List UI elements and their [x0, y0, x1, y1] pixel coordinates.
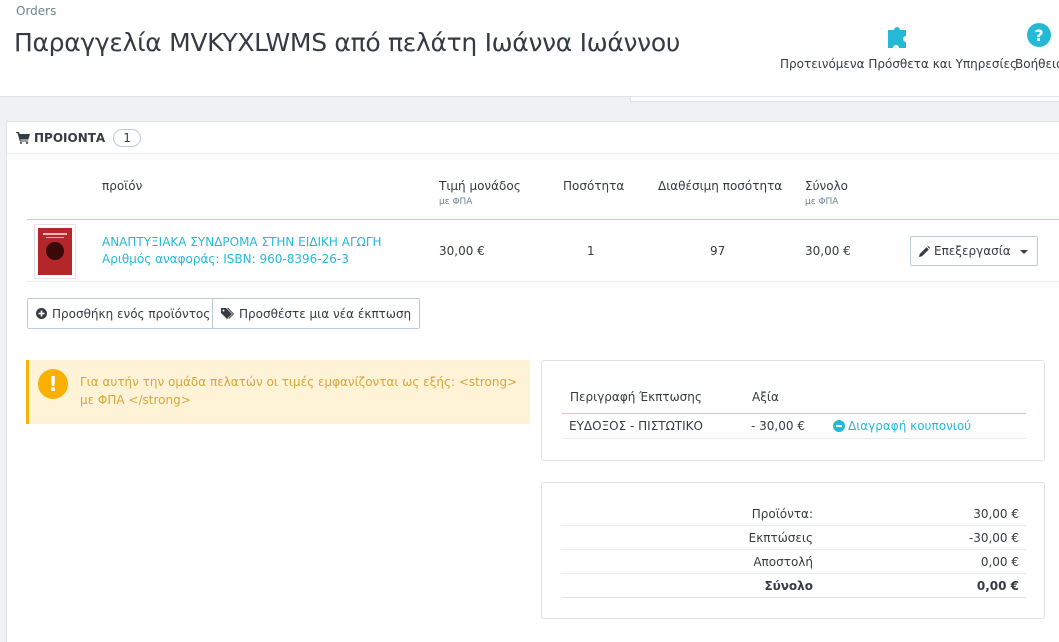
panel-title: ΠΡΟΙΟΝΤΑ	[34, 130, 106, 145]
products-panel: ΠΡΟΙΟΝΤΑ 1 προϊόν Τιμή μονάδος με ΦΠΑ Πο…	[6, 121, 1059, 642]
panel-heading: ΠΡΟΙΟΝΤΑ 1	[7, 122, 1059, 154]
col-product: προϊόν	[102, 179, 143, 193]
discounts-box: Περιγραφή Έκπτωσης Αξία ΕΥΔΟΞΟΣ - ΠΙΣΤΩΤ…	[541, 360, 1045, 461]
help-label: Βοήθεια	[1015, 57, 1059, 71]
page-title: Παραγγελία MVKYXLWMS από πελάτη Ιωάννα Ι…	[14, 28, 680, 57]
alert-message: Για αυτήν την ομάδα πελατών οι τιμές εμφ…	[80, 375, 518, 407]
page-header: Orders Παραγγελία MVKYXLWMS από πελάτη Ι…	[0, 0, 1059, 97]
header-divider	[630, 97, 1059, 102]
col-unit-price-sub: με ΦΠΑ	[439, 197, 473, 207]
discount-row-divider	[562, 438, 1026, 439]
discount-header-divider	[562, 413, 1026, 414]
totals-label: Προϊόντα:	[751, 507, 813, 521]
cart-icon	[16, 131, 30, 144]
product-unit-price: 30,00 €	[439, 244, 485, 258]
col-quantity: Ποσότητα	[563, 179, 625, 193]
discount-description: ΕΥΔΟΞΟΣ - ΠΙΣΤΩΤΙΚΟ	[569, 419, 703, 433]
breadcrumb[interactable]: Orders	[16, 4, 56, 18]
product-total: 30,00 €	[805, 244, 851, 258]
col-unit-price-label: Τιμή μονάδος	[439, 179, 521, 193]
product-name-link[interactable]: ΑΝΑΠΤΥΞΙΑΚΑ ΣΥΝΔΡΟΜΑ ΣΤΗΝ ΕΙΔΙΚΗ ΑΓΩΓΗ	[102, 235, 382, 249]
edit-label: Επεξεργασία	[934, 244, 1011, 258]
help-button[interactable]: ? Βοήθεια	[1015, 20, 1059, 71]
totals-value: 0,00 €	[980, 555, 1019, 569]
totals-label: Αποστολή	[753, 555, 813, 569]
discount-value: - 30,00 €	[751, 419, 805, 433]
puzzle-icon	[885, 20, 913, 50]
totals-label: Σύνολο	[764, 579, 813, 593]
table-header-divider	[27, 219, 1059, 220]
totals-box: Προϊόντα: 30,00 € Εκπτώσεις -30,00 € Απο…	[541, 482, 1045, 619]
table-row-divider	[27, 281, 1059, 282]
product-reference[interactable]: Αριθμός αναφοράς: ISBN: 960-8396-26-3	[102, 252, 349, 266]
minus-circle-icon	[833, 420, 845, 432]
totals-row-shipping: Αποστολή 0,00 €	[562, 550, 1026, 574]
totals-value: 30,00 €	[973, 507, 1019, 521]
col-unit-price: Τιμή μονάδος με ΦΠΑ	[439, 179, 521, 207]
col-total: Σύνολο με ΦΠΑ	[805, 179, 848, 207]
plus-circle-icon	[36, 308, 47, 319]
col-total-label: Σύνολο	[805, 179, 849, 193]
col-discount-description: Περιγραφή Έκπτωσης	[570, 390, 702, 404]
product-thumbnail	[34, 224, 76, 279]
price-display-alert: ! Για αυτήν την ομάδα πελατών οι τιμές ε…	[26, 360, 530, 424]
col-available: Διαθέσιμη ποσότητα	[658, 179, 783, 193]
chevron-down-icon[interactable]	[1020, 250, 1028, 254]
add-product-button[interactable]: Προσθήκη ενός προϊόντος	[27, 298, 220, 329]
totals-row-grand-total: Σύνολο 0,00 €	[562, 574, 1026, 598]
delete-voucher-label: Διαγραφή κουπονιού	[848, 419, 972, 433]
totals-label: Εκπτώσεις	[748, 531, 813, 545]
delete-voucher-link[interactable]: Διαγραφή κουπονιού	[833, 419, 971, 433]
totals-row-discounts: Εκπτώσεις -30,00 €	[562, 526, 1026, 550]
add-discount-button[interactable]: Προσθέστε μια νέα έκπτωση	[212, 298, 421, 329]
add-discount-label: Προσθέστε μια νέα έκπτωση	[239, 306, 412, 321]
totals-row-products: Προϊόντα: 30,00 €	[562, 502, 1026, 526]
edit-product-button[interactable]: Επεξεργασία	[910, 236, 1038, 266]
product-available: 97	[710, 244, 726, 258]
warning-icon: !	[38, 369, 68, 399]
col-discount-value: Αξία	[752, 390, 779, 404]
svg-text:?: ?	[1035, 26, 1044, 45]
tags-icon	[221, 307, 234, 320]
pencil-icon	[919, 245, 930, 257]
col-total-sub: με ΦΠΑ	[805, 197, 839, 207]
products-count-badge: 1	[113, 128, 141, 147]
totals-value: 0,00 €	[976, 579, 1019, 593]
product-quantity: 1	[587, 244, 595, 258]
help-icon: ?	[1026, 20, 1052, 50]
recommended-addons-label: Προτεινόμενα Πρόσθετα και Υπηρεσίες	[780, 57, 1018, 71]
recommended-addons-button[interactable]: Προτεινόμενα Πρόσθετα και Υπηρεσίες	[780, 20, 1017, 71]
add-product-label: Προσθήκη ενός προϊόντος	[52, 306, 211, 321]
totals-value: -30,00 €	[968, 531, 1019, 545]
